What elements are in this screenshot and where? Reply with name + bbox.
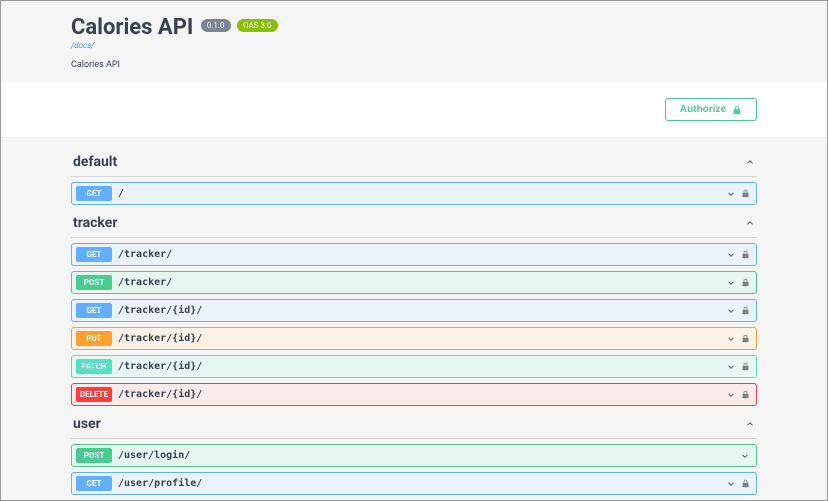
chevron-up-icon <box>745 218 755 228</box>
chevron-down-icon <box>726 250 736 260</box>
lock-icon <box>741 250 750 259</box>
method-badge: PUT <box>76 331 112 346</box>
lock-icon <box>741 278 750 287</box>
tag-name: tracker <box>73 215 117 231</box>
operation-path: /tracker/{id}/ <box>118 333 202 344</box>
oas-badge: OAS 3.0 <box>237 19 277 32</box>
docs-link[interactable]: /docs/ <box>71 41 827 50</box>
page-title: Calories API <box>71 15 193 40</box>
operation-row[interactable]: PATCH/tracker/{id}/ <box>71 355 757 378</box>
chevron-down-icon <box>726 362 736 372</box>
lock-icon <box>732 105 742 115</box>
operation-path: / <box>118 188 124 199</box>
lock-icon <box>741 189 750 198</box>
authorize-bar: Authorize <box>1 82 827 138</box>
operation-row[interactable]: GET/tracker/{id}/ <box>71 299 757 322</box>
tag-name: default <box>73 154 117 170</box>
tag-header-tracker[interactable]: tracker <box>71 207 757 238</box>
operation-path: /tracker/{id}/ <box>118 305 202 316</box>
tag-name: user <box>73 416 101 432</box>
method-badge: POST <box>76 275 112 290</box>
authorize-button[interactable]: Authorize <box>665 98 757 121</box>
lock-icon <box>741 390 750 399</box>
method-badge: POST <box>76 448 112 463</box>
operation-path: /tracker/ <box>118 249 172 260</box>
method-badge: PATCH <box>76 359 112 374</box>
header: Calories API 0.1.0 OAS 3.0 /docs/ Calori… <box>1 1 827 82</box>
operation-row[interactable]: POST/user/login/ <box>71 444 757 467</box>
operation-row[interactable]: GET/tracker/ <box>71 243 757 266</box>
chevron-down-icon <box>726 306 736 316</box>
operation-row[interactable]: GET / <box>71 182 757 205</box>
chevron-down-icon <box>726 189 736 199</box>
operation-path: /user/login/ <box>118 450 190 461</box>
tag-header-default[interactable]: default <box>71 146 757 177</box>
method-badge: GET <box>76 247 112 262</box>
chevron-up-icon <box>745 157 755 167</box>
tag-header-user[interactable]: user <box>71 408 757 439</box>
authorize-label: Authorize <box>680 104 726 115</box>
method-badge: GET <box>76 476 112 491</box>
operation-row[interactable]: POST/tracker/ <box>71 271 757 294</box>
operation-path: /tracker/{id}/ <box>118 389 202 400</box>
method-badge: GET <box>76 303 112 318</box>
chevron-down-icon <box>740 451 750 461</box>
operation-row[interactable]: DELETE/tracker/{id}/ <box>71 383 757 406</box>
subtitle: Calories API <box>71 60 827 70</box>
lock-icon <box>741 306 750 315</box>
operation-row[interactable]: GET/user/profile/ <box>71 472 757 495</box>
lock-icon <box>741 362 750 371</box>
method-badge: GET <box>76 186 112 201</box>
operation-path: /tracker/ <box>118 277 172 288</box>
chevron-up-icon <box>745 419 755 429</box>
chevron-down-icon <box>726 278 736 288</box>
chevron-down-icon <box>726 479 736 489</box>
operation-row[interactable]: PUT/tracker/{id}/ <box>71 327 757 350</box>
version-badge: 0.1.0 <box>201 19 231 32</box>
lock-icon <box>741 334 750 343</box>
operation-path: /tracker/{id}/ <box>118 361 202 372</box>
chevron-down-icon <box>726 390 736 400</box>
operation-path: /user/profile/ <box>118 478 202 489</box>
lock-icon <box>741 479 750 488</box>
chevron-down-icon <box>726 334 736 344</box>
operations-container: default GET / tracker GET/tracker/POST/track… <box>1 138 827 501</box>
method-badge: DELETE <box>76 387 112 402</box>
